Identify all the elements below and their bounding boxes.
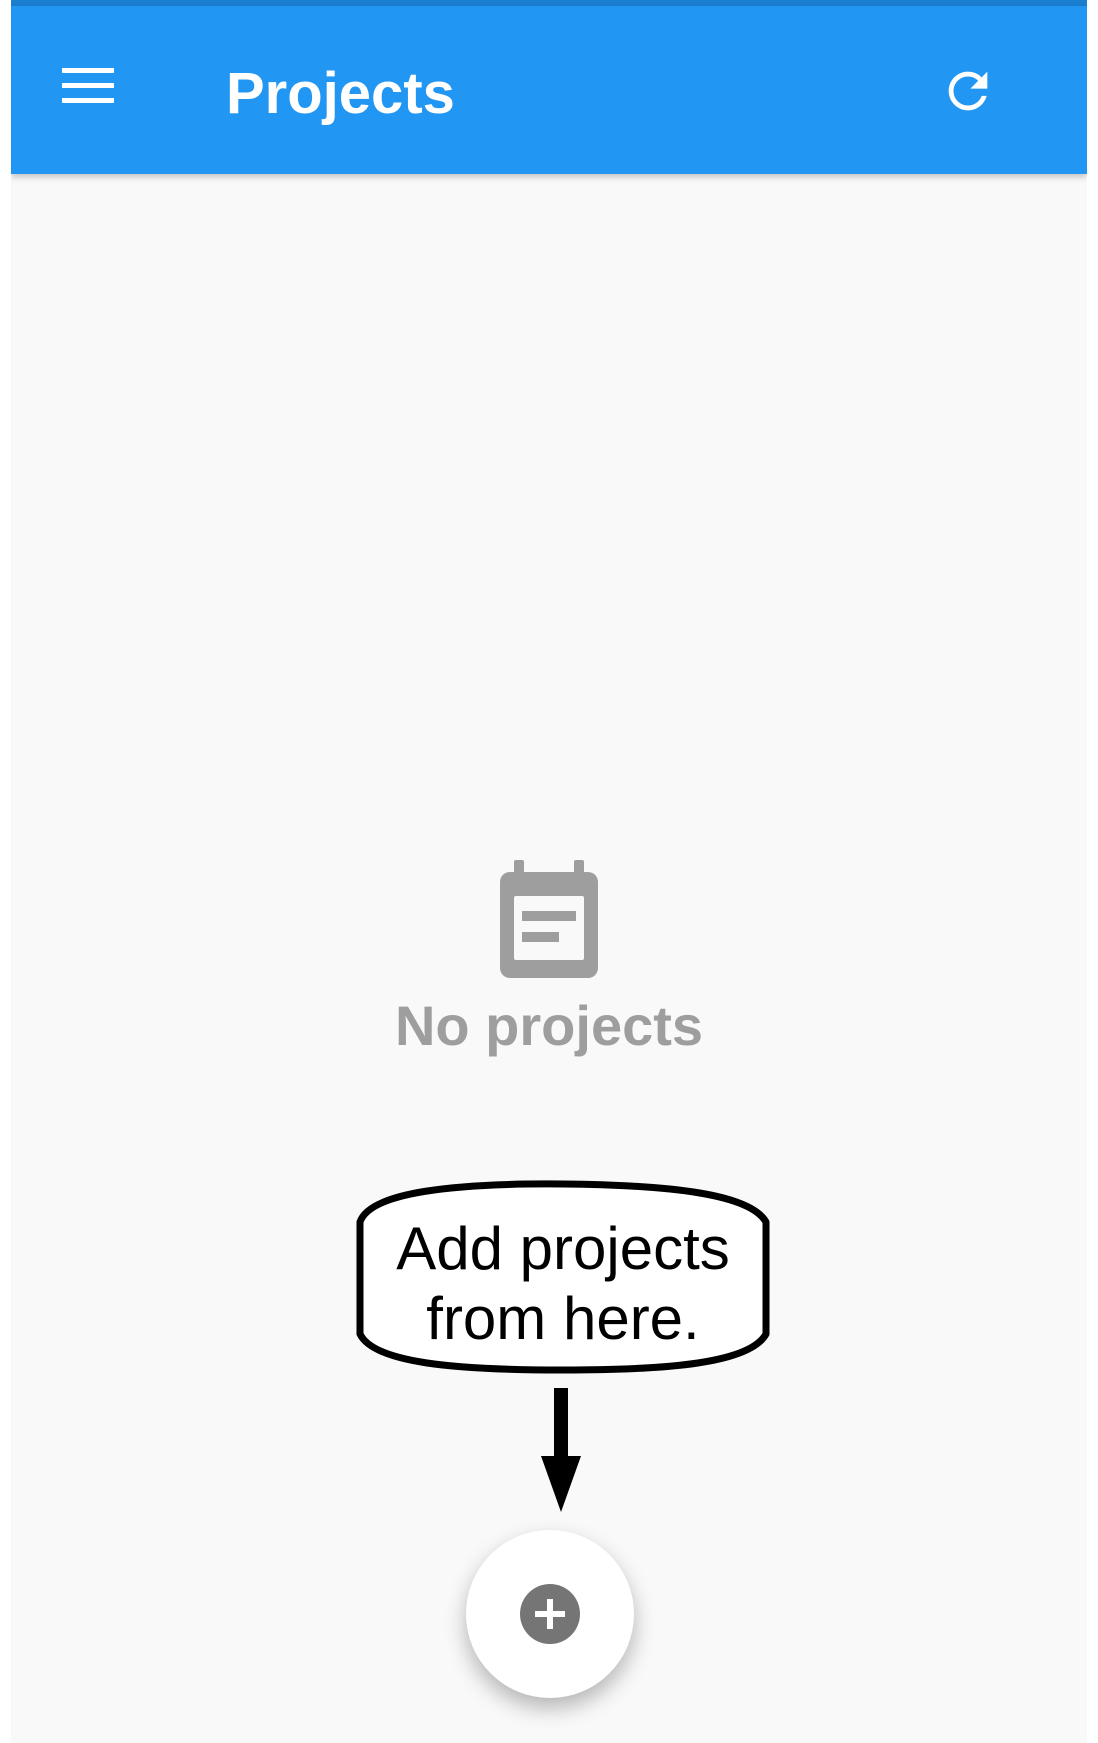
add-project-button[interactable] bbox=[466, 1530, 634, 1698]
empty-state-label: No projects bbox=[394, 994, 704, 1057]
add-circle-icon bbox=[520, 1584, 580, 1644]
refresh-button[interactable] bbox=[933, 56, 1003, 126]
page-title: Projects bbox=[226, 61, 455, 126]
annotation-text: Add projects from here. bbox=[396, 1215, 730, 1352]
refresh-icon bbox=[948, 71, 988, 111]
empty-state: No projects bbox=[11, 860, 1087, 1060]
app-screen: Projects No projects Add projects from h… bbox=[11, 0, 1087, 1743]
calendar-note-icon bbox=[500, 860, 598, 978]
hamburger-menu-icon bbox=[62, 68, 114, 103]
down-arrow-icon bbox=[541, 1388, 581, 1512]
annotation-callout: Add projects from here. bbox=[350, 1180, 776, 1374]
app-bar: Projects bbox=[11, 6, 1087, 174]
menu-button[interactable] bbox=[53, 51, 123, 121]
